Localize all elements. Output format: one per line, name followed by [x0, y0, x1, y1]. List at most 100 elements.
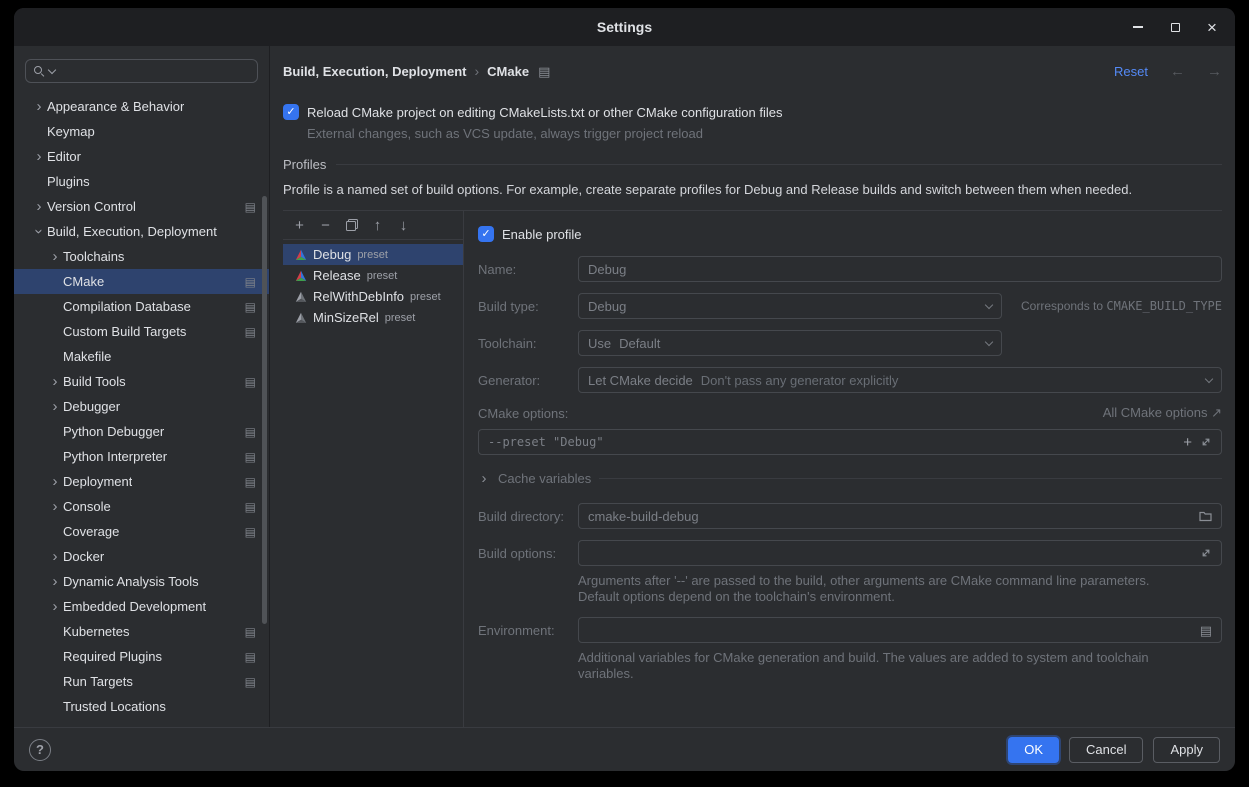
sidebar-item-python-interpreter[interactable]: Python Interpreter▤ — [14, 444, 269, 469]
maximize-icon[interactable] — [1168, 20, 1182, 34]
sidebar-item-plugins[interactable]: Plugins — [14, 169, 269, 194]
sidebar-item-editor[interactable]: ›Editor — [14, 144, 269, 169]
sidebar-item-coverage[interactable]: Coverage▤ — [14, 519, 269, 544]
sidebar-item-label: Run Targets — [63, 674, 133, 689]
generator-value: Let CMake decide — [588, 373, 693, 388]
profile-item-debug[interactable]: Debugpreset — [283, 244, 463, 265]
sidebar-item-build-tools[interactable]: ›Build Tools▤ — [14, 369, 269, 394]
chevron-down-icon[interactable]: › — [32, 224, 47, 240]
sidebar-item-label: Makefile — [63, 349, 111, 364]
name-value: Debug — [588, 262, 626, 277]
add-profile-button[interactable]: + — [288, 214, 311, 236]
build-options-field[interactable] — [578, 540, 1222, 566]
sidebar-item-custom-build-targets[interactable]: Custom Build Targets▤ — [14, 319, 269, 344]
sidebar-item-label: Version Control — [47, 199, 136, 214]
chevron-down-icon — [985, 337, 993, 345]
chevron-right-icon[interactable]: › — [47, 574, 63, 589]
settings-scope-icon: ▤ — [245, 201, 256, 213]
sidebar-item-required-plugins[interactable]: Required Plugins▤ — [14, 644, 269, 669]
chevron-right-icon[interactable]: › — [31, 99, 47, 114]
expand-icon[interactable] — [1200, 436, 1212, 448]
remove-profile-button[interactable]: − — [314, 214, 337, 236]
sidebar-item-compilation-database[interactable]: Compilation Database▤ — [14, 294, 269, 319]
minimize-icon[interactable] — [1131, 20, 1145, 34]
profile-item-release[interactable]: Releasepreset — [283, 265, 463, 286]
chevron-right-icon[interactable]: › — [47, 549, 63, 564]
sidebar-item-debugger[interactable]: ›Debugger — [14, 394, 269, 419]
name-field[interactable]: Debug — [578, 256, 1222, 282]
breadcrumb-parent[interactable]: Build, Execution, Deployment — [283, 64, 466, 79]
cmake-options-field[interactable]: --preset "Debug" + — [478, 429, 1222, 455]
build-options-label: Build options: — [478, 546, 578, 561]
move-up-button[interactable]: ↑ — [366, 214, 389, 236]
sidebar-item-python-debugger[interactable]: Python Debugger▤ — [14, 419, 269, 444]
sidebar-item-label: Toolchains — [63, 249, 124, 264]
apply-button[interactable]: Apply — [1153, 737, 1220, 763]
toolchain-select[interactable]: Use Default — [578, 330, 1002, 356]
sidebar-item-console[interactable]: ›Console▤ — [14, 494, 269, 519]
chevron-right-icon[interactable]: › — [47, 399, 63, 414]
build-directory-field[interactable]: cmake-build-debug — [578, 503, 1222, 529]
chevron-right-icon[interactable]: › — [31, 199, 47, 214]
sidebar-item-docker[interactable]: ›Docker — [14, 544, 269, 569]
chevron-right-icon[interactable]: › — [47, 499, 63, 514]
search-history-chevron-icon[interactable] — [48, 65, 56, 73]
move-down-button[interactable]: ↓ — [392, 214, 415, 236]
cancel-button[interactable]: Cancel — [1069, 737, 1143, 763]
environment-field[interactable]: ▤ — [578, 617, 1222, 643]
settings-scope-icon: ▤ — [245, 376, 256, 388]
external-link-icon: ↗ — [1211, 405, 1222, 420]
sidebar-item-build-execution-deployment[interactable]: ›Build, Execution, Deployment — [14, 219, 269, 244]
ok-button[interactable]: OK — [1008, 737, 1059, 763]
profile-toolbar: + − ↑ ↓ — [283, 211, 463, 240]
profile-preset-suffix: preset — [385, 312, 416, 324]
back-icon[interactable]: ← — [1170, 63, 1185, 80]
settings-window: Settings × ›Appearance & BehaviorKeymap›… — [14, 8, 1235, 771]
dialog-footer: ? OK Cancel Apply — [14, 727, 1235, 771]
close-icon[interactable]: × — [1205, 20, 1219, 34]
help-button[interactable]: ? — [29, 739, 51, 761]
generator-select[interactable]: Let CMake decide Don't pass any generato… — [578, 367, 1222, 393]
folder-icon[interactable] — [1199, 511, 1212, 522]
sidebar-item-label: Editor — [47, 149, 81, 164]
sidebar-item-deployment[interactable]: ›Deployment▤ — [14, 469, 269, 494]
copy-profile-button[interactable] — [340, 214, 363, 236]
chevron-right-icon[interactable]: › — [47, 474, 63, 489]
cache-variables-toggle[interactable]: › Cache variables — [478, 471, 1222, 486]
enable-profile-checkbox[interactable]: ✓ — [478, 226, 494, 242]
reset-link[interactable]: Reset — [1114, 64, 1148, 79]
search-field[interactable] — [25, 59, 258, 83]
profile-item-relwithdebinfo[interactable]: RelWithDebInfopreset — [283, 286, 463, 307]
chevron-right-icon[interactable]: › — [47, 599, 63, 614]
chevron-right-icon[interactable]: › — [47, 249, 63, 264]
settings-scope-icon: ▤ — [245, 276, 256, 288]
sidebar-item-cmake[interactable]: CMake▤ — [14, 269, 269, 294]
sidebar-item-keymap[interactable]: Keymap — [14, 119, 269, 144]
profile-form: ✓ Enable profile Name: Debug Build type:… — [464, 211, 1222, 727]
sidebar-scrollbar[interactable] — [262, 196, 267, 624]
all-cmake-options-link[interactable]: All CMake options ↗ — [1103, 405, 1222, 421]
sidebar-item-dynamic-analysis-tools[interactable]: ›Dynamic Analysis Tools — [14, 569, 269, 594]
sidebar-item-version-control[interactable]: ›Version Control ▤ — [14, 194, 269, 219]
sidebar-item-toolchains[interactable]: ›Toolchains — [14, 244, 269, 269]
generator-label: Generator: — [478, 373, 578, 388]
search-input[interactable] — [59, 64, 250, 79]
add-option-icon[interactable]: + — [1183, 435, 1192, 450]
profiles-panel: + − ↑ ↓ DebugpresetReleasepresetRelWithD… — [283, 210, 1222, 727]
chevron-right-icon[interactable]: › — [47, 374, 63, 389]
breadcrumb-current: CMake — [487, 64, 529, 79]
sidebar-item-trusted-locations[interactable]: Trusted Locations — [14, 694, 269, 719]
sidebar-item-kubernetes[interactable]: Kubernetes▤ — [14, 619, 269, 644]
env-vars-icon[interactable]: ▤ — [1200, 624, 1212, 637]
forward-icon[interactable]: → — [1207, 63, 1222, 80]
profile-item-minsizerel[interactable]: MinSizeRelpreset — [283, 307, 463, 328]
reload-cmake-checkbox[interactable]: ✓ — [283, 104, 299, 120]
sidebar-item-makefile[interactable]: Makefile — [14, 344, 269, 369]
sidebar-item-embedded-development[interactable]: ›Embedded Development — [14, 594, 269, 619]
sidebar-item-label: Kubernetes — [63, 624, 130, 639]
build-type-select[interactable]: Debug — [578, 293, 1002, 319]
sidebar-item-run-targets[interactable]: Run Targets▤ — [14, 669, 269, 694]
chevron-right-icon[interactable]: › — [31, 149, 47, 164]
expand-icon[interactable] — [1200, 547, 1212, 559]
sidebar-item-appearance-behavior[interactable]: ›Appearance & Behavior — [14, 94, 269, 119]
